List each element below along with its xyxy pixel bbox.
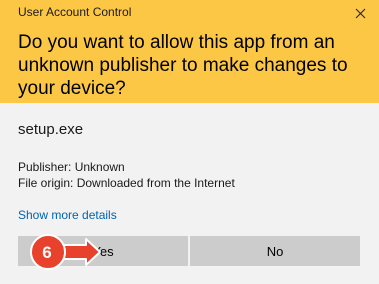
dialog-header: User Account Control Do you want to allo… — [0, 0, 379, 103]
app-filename: setup.exe — [18, 121, 84, 138]
uac-dialog: User Account Control Do you want to allo… — [0, 0, 379, 284]
step-marker: 6 — [32, 238, 64, 270]
publisher-label: Publisher: Unknown — [18, 160, 125, 174]
file-origin-label: File origin: Downloaded from the Interne… — [18, 176, 235, 190]
window-title: User Account Control — [18, 5, 132, 19]
no-button[interactable]: No — [190, 236, 360, 266]
close-icon — [355, 8, 365, 18]
prompt-question: Do you want to allow this app from an un… — [18, 32, 348, 99]
show-more-details-link[interactable]: Show more details — [18, 208, 117, 222]
close-button[interactable] — [349, 2, 371, 24]
step-number: 6 — [42, 243, 52, 262]
